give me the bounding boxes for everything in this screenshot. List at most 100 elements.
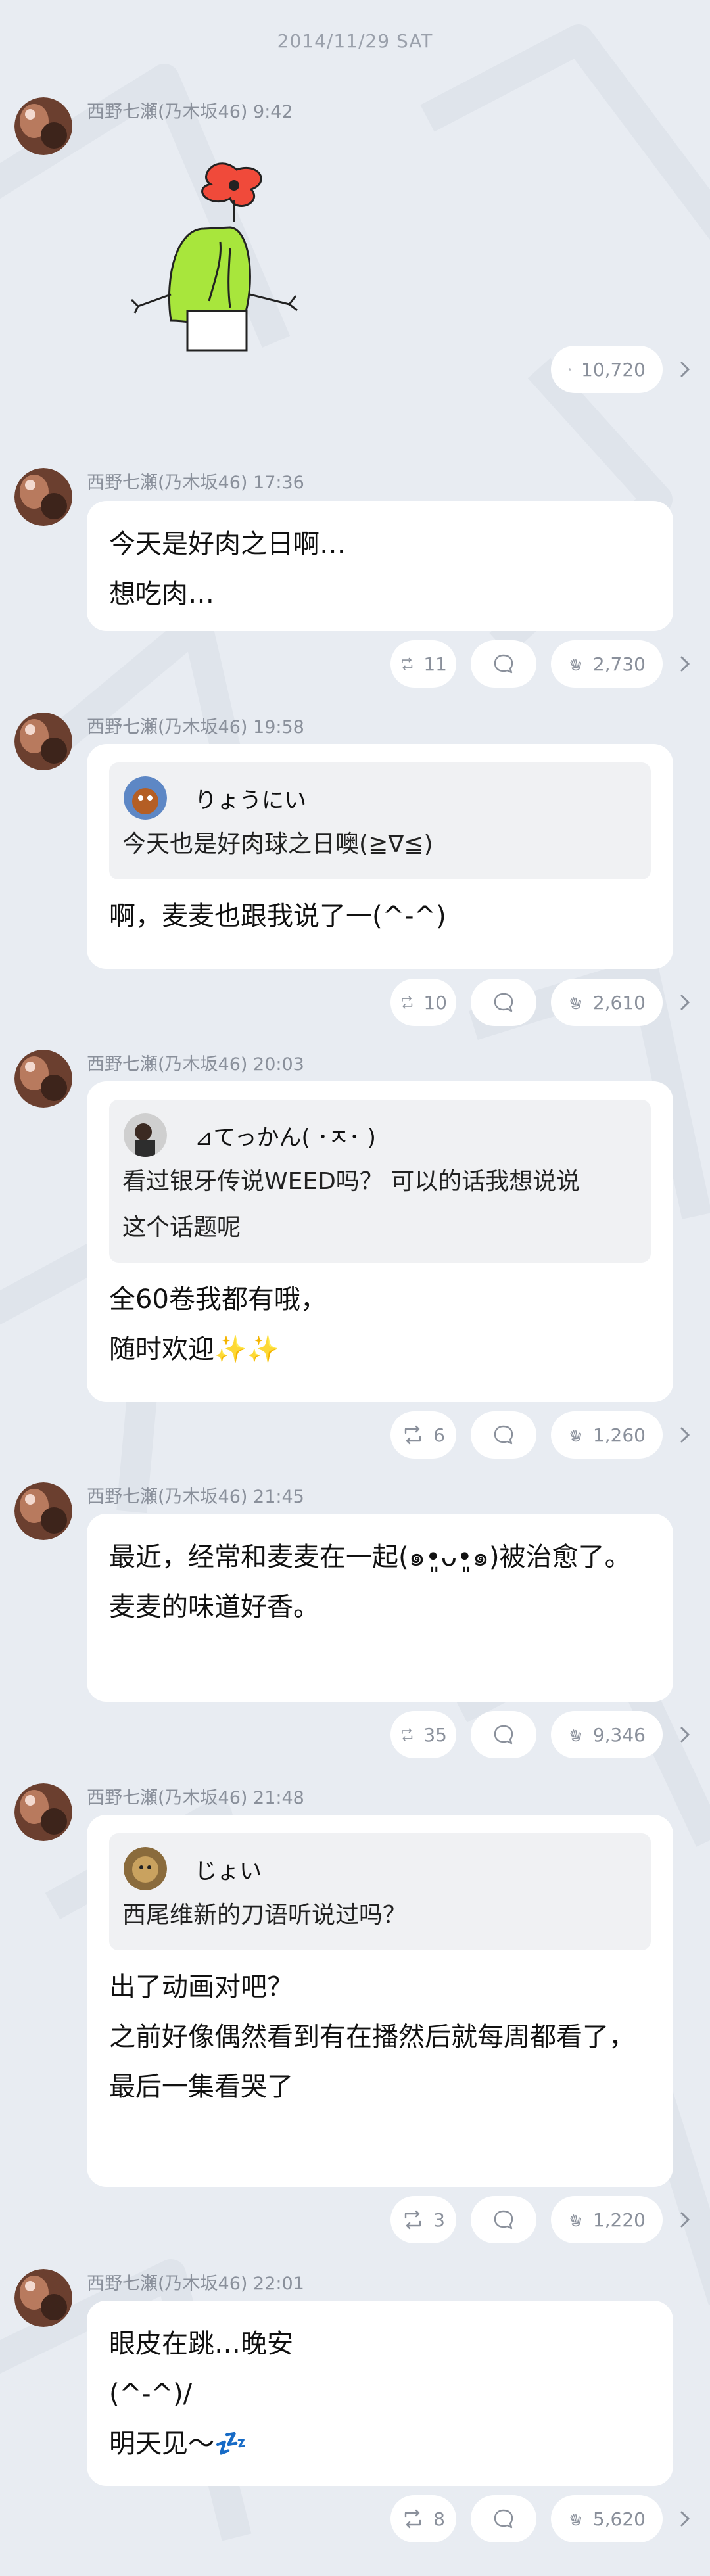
chevron-right-icon — [680, 656, 690, 672]
message-line: 眼皮在跳…晚安 — [109, 2329, 293, 2359]
message-bubble: 今天是好肉之日啊… 想吃肉… — [87, 501, 673, 631]
message-line: 明天见〜💤 — [109, 2429, 247, 2459]
post-actions: 8 5,620 — [390, 2495, 693, 2542]
like-button[interactable]: 9,346 — [551, 1711, 663, 1758]
date-header: 2014/11/29 SAT — [277, 30, 433, 52]
clap-icon — [568, 368, 572, 371]
comment-button[interactable] — [471, 640, 536, 688]
more-button[interactable] — [677, 1422, 693, 1448]
quoted-message[interactable]: りょうにい 今天也是好肉球之日噢(≧∇≦) — [109, 762, 651, 879]
more-button[interactable] — [677, 2506, 693, 2532]
avatar[interactable] — [14, 97, 72, 155]
comment-icon — [494, 993, 513, 1012]
like-button[interactable]: 2,610 — [551, 979, 663, 1026]
retweet-button[interactable]: 6 — [390, 1411, 456, 1459]
retweet-count: 35 — [423, 1723, 447, 1746]
retweet-button[interactable]: 11 — [390, 640, 456, 688]
more-button[interactable] — [677, 989, 693, 1016]
retweet-button[interactable]: 3 — [390, 2196, 456, 2243]
message-bubble: りょうにい 今天也是好肉球之日噢(≧∇≦) 啊，麦麦也跟我说了一(^-^) — [87, 744, 673, 969]
sender-label: 西野七瀬(乃木坂46) — [87, 2274, 248, 2294]
avatar[interactable] — [14, 1783, 72, 1841]
chevron-right-icon — [680, 1727, 690, 1743]
sender-name: 西野七瀬(乃木坂46) 21:48 — [87, 1783, 304, 1809]
quoted-message[interactable]: じょい 西尾维新的刀语听说过吗？ — [109, 1833, 651, 1950]
chevron-right-icon — [680, 1427, 690, 1443]
clap-icon — [570, 2214, 581, 2227]
quoted-name: ⊿てっかん( ･ㅈ･ ) — [195, 1124, 376, 1151]
message-line: (^-^)/ — [109, 2379, 193, 2409]
comment-icon — [494, 1725, 513, 1745]
retweet-count: 3 — [433, 2209, 445, 2231]
post-time: 20:03 — [253, 1054, 304, 1075]
comment-icon — [494, 2509, 513, 2529]
post-actions: 11 2,730 — [390, 640, 693, 688]
sender-name: 西野七瀬(乃木坂46) 22:01 — [87, 2269, 304, 2295]
avatar[interactable] — [14, 1050, 72, 1108]
like-button[interactable]: 10,720 — [551, 346, 663, 393]
avatar[interactable] — [14, 713, 72, 770]
like-count: 1,220 — [592, 2209, 646, 2231]
avatar[interactable] — [14, 1482, 72, 1540]
sender-name: 西野七瀬(乃木坂46) 17:36 — [87, 468, 304, 494]
message-line: 出了动画对吧？ — [109, 1972, 293, 2002]
sender-label: 西野七瀬(乃木坂46) — [87, 1788, 248, 1808]
quoted-avatar — [124, 776, 167, 820]
message-bubble: ⊿てっかん( ･ㅈ･ ) 看过银牙传说WEED吗？ 可以的话我想说说 这个话题呢… — [87, 1081, 673, 1402]
sender-label: 西野七瀬(乃木坂46) — [87, 1054, 248, 1075]
sender-name: 西野七瀬(乃木坂46) 21:45 — [87, 1482, 304, 1508]
message-bubble: 最近，经常和麦麦在一起(๑•͈ᴗ•͈๑)被治愈了。 麦麦的味道好香。 — [87, 1514, 673, 1702]
message-line: 啊，麦麦也跟我说了一(^-^) — [109, 901, 446, 931]
avatar[interactable] — [14, 468, 72, 526]
like-count: 2,610 — [592, 991, 646, 1014]
like-button[interactable]: 1,220 — [551, 2196, 663, 2243]
post-actions: 35 9,346 — [390, 1711, 693, 1758]
clap-icon — [570, 1430, 581, 1442]
post-actions: 10,720 — [551, 346, 693, 393]
retweet-button[interactable]: 8 — [390, 2495, 456, 2542]
more-button[interactable] — [677, 356, 693, 383]
message-line: 今天是好肉之日啊… — [109, 529, 346, 559]
comment-button[interactable] — [471, 979, 536, 1026]
post-actions: 3 1,220 — [390, 2196, 693, 2243]
sender-label: 西野七瀬(乃木坂46) — [87, 717, 248, 738]
sender-name: 西野七瀬(乃木坂46) 9:42 — [87, 97, 293, 123]
quoted-message[interactable]: ⊿てっかん( ･ㅈ･ ) 看过银牙传说WEED吗？ 可以的话我想说说 这个话题呢 — [109, 1100, 651, 1263]
more-button[interactable] — [677, 651, 693, 677]
avatar[interactable] — [14, 2269, 72, 2327]
comment-button[interactable] — [471, 1411, 536, 1459]
like-button[interactable]: 2,730 — [551, 640, 663, 688]
more-button[interactable] — [677, 2207, 693, 2233]
retweet-icon — [404, 2210, 421, 2230]
sticker-image[interactable] — [99, 156, 348, 373]
more-button[interactable] — [677, 1721, 693, 1748]
like-button[interactable]: 1,260 — [551, 1411, 663, 1459]
message-line: 之前好像偶然看到有在播然后就每周都看了， — [109, 2022, 635, 2052]
message-line: 想吃肉… — [109, 579, 214, 609]
post-time: 21:48 — [253, 1788, 304, 1808]
retweet-icon — [404, 1425, 421, 1445]
like-count: 1,260 — [592, 1424, 646, 1446]
message-bubble: じょい 西尾维新的刀语听说过吗？ 出了动画对吧？ 之前好像偶然看到有在播然后就每… — [87, 1815, 673, 2187]
message-line: 全60卷我都有哦， — [109, 1284, 327, 1315]
clap-icon — [570, 2514, 581, 2526]
post-time: 17:36 — [253, 473, 304, 493]
message-line: 随时欢迎✨✨ — [109, 1334, 280, 1365]
like-button[interactable]: 5,620 — [551, 2495, 663, 2542]
sender-name: 西野七瀬(乃木坂46) 19:58 — [87, 713, 304, 738]
retweet-button[interactable]: 10 — [390, 979, 456, 1026]
post-actions: 10 2,610 — [390, 979, 693, 1026]
comment-button[interactable] — [471, 1711, 536, 1758]
chevron-right-icon — [680, 995, 690, 1010]
quoted-text: 这个话题呢 — [122, 1214, 241, 1241]
retweet-icon — [402, 657, 413, 670]
comment-button[interactable] — [471, 2196, 536, 2243]
retweet-count: 10 — [423, 991, 447, 1014]
retweet-button[interactable]: 35 — [390, 1711, 456, 1758]
like-count: 5,620 — [592, 2508, 646, 2530]
quoted-text: 西尾维新的刀语听说过吗？ — [122, 1902, 407, 1929]
quoted-avatar — [124, 1113, 167, 1157]
quoted-text: 今天也是好肉球之日噢(≧∇≦) — [122, 831, 433, 858]
retweet-count: 6 — [433, 1424, 445, 1446]
comment-button[interactable] — [471, 2495, 536, 2542]
